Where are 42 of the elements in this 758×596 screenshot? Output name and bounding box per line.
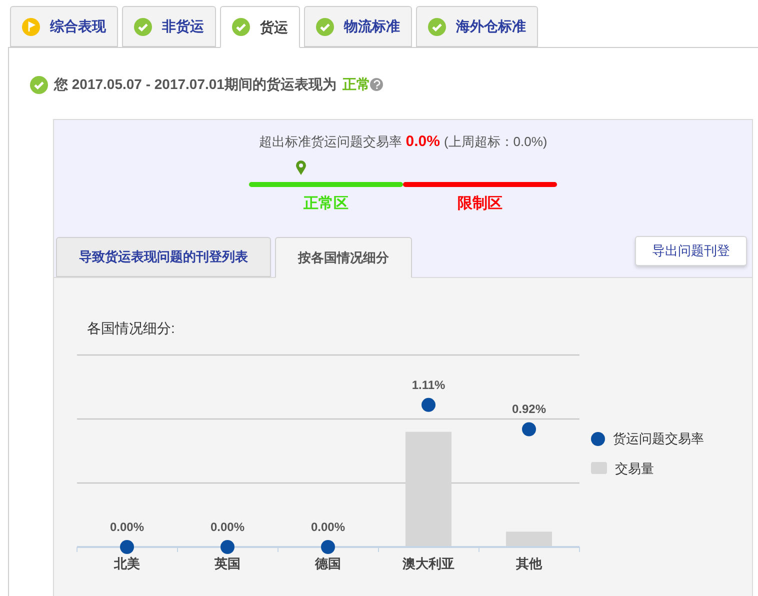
tab[interactable]: 导致货运表现问题的刊登列表 <box>56 237 271 277</box>
value-label: 1.11% <box>412 378 446 392</box>
help-icon[interactable] <box>370 78 384 91</box>
legend-label: 交易量 <box>615 460 654 478</box>
legend-swatch <box>591 462 607 474</box>
category-label: 澳大利亚 <box>402 556 454 571</box>
gauge-value: 0.0% <box>406 132 440 152</box>
rate-dot <box>321 540 335 554</box>
value-label: 0.92% <box>512 402 546 416</box>
category-label: 北美 <box>114 556 140 571</box>
check-icon <box>134 18 152 36</box>
previous-week: (上周超标：0.0%) <box>444 133 548 151</box>
zone-label: 限制区 <box>458 194 502 214</box>
category-label: 英国 <box>214 556 240 571</box>
check-icon <box>232 18 250 36</box>
status-value: 正常 <box>342 75 370 94</box>
category-label: 德国 <box>315 556 341 571</box>
tab[interactable]: 综合表现 <box>10 6 118 47</box>
tab[interactable]: 货运 <box>220 6 300 48</box>
check-icon <box>428 18 446 36</box>
rate-dot <box>522 422 536 436</box>
check-icon <box>30 76 48 94</box>
category-label: 其他 <box>516 556 542 571</box>
flag-icon <box>22 18 40 36</box>
tab[interactable]: 物流标准 <box>304 6 412 47</box>
value-label: 0.00% <box>110 520 144 534</box>
volume-bar <box>506 532 552 547</box>
tab[interactable]: 非货运 <box>122 6 216 47</box>
zone-label: 正常区 <box>304 194 348 214</box>
legend-label: 货运问题交易率 <box>613 430 704 448</box>
status-text: 您 2017.05.07 - 2017.07.01期间的货运表现为 <box>54 75 336 94</box>
value-label: 0.00% <box>310 520 346 534</box>
chart-title: 各国情况细分: <box>87 320 175 336</box>
value-label: 0.00% <box>210 520 245 534</box>
rate-dot <box>120 540 134 554</box>
tab[interactable]: 按各国情况细分 <box>275 237 412 278</box>
rate-dot <box>422 398 436 412</box>
check-icon <box>316 18 334 36</box>
tab[interactable]: 海外仓标准 <box>416 6 538 47</box>
export-button[interactable]: 导出问题刊登 <box>635 236 747 266</box>
gauge-label: 超出标准货运问题交易率 <box>258 133 402 151</box>
rate-dot <box>220 540 234 554</box>
